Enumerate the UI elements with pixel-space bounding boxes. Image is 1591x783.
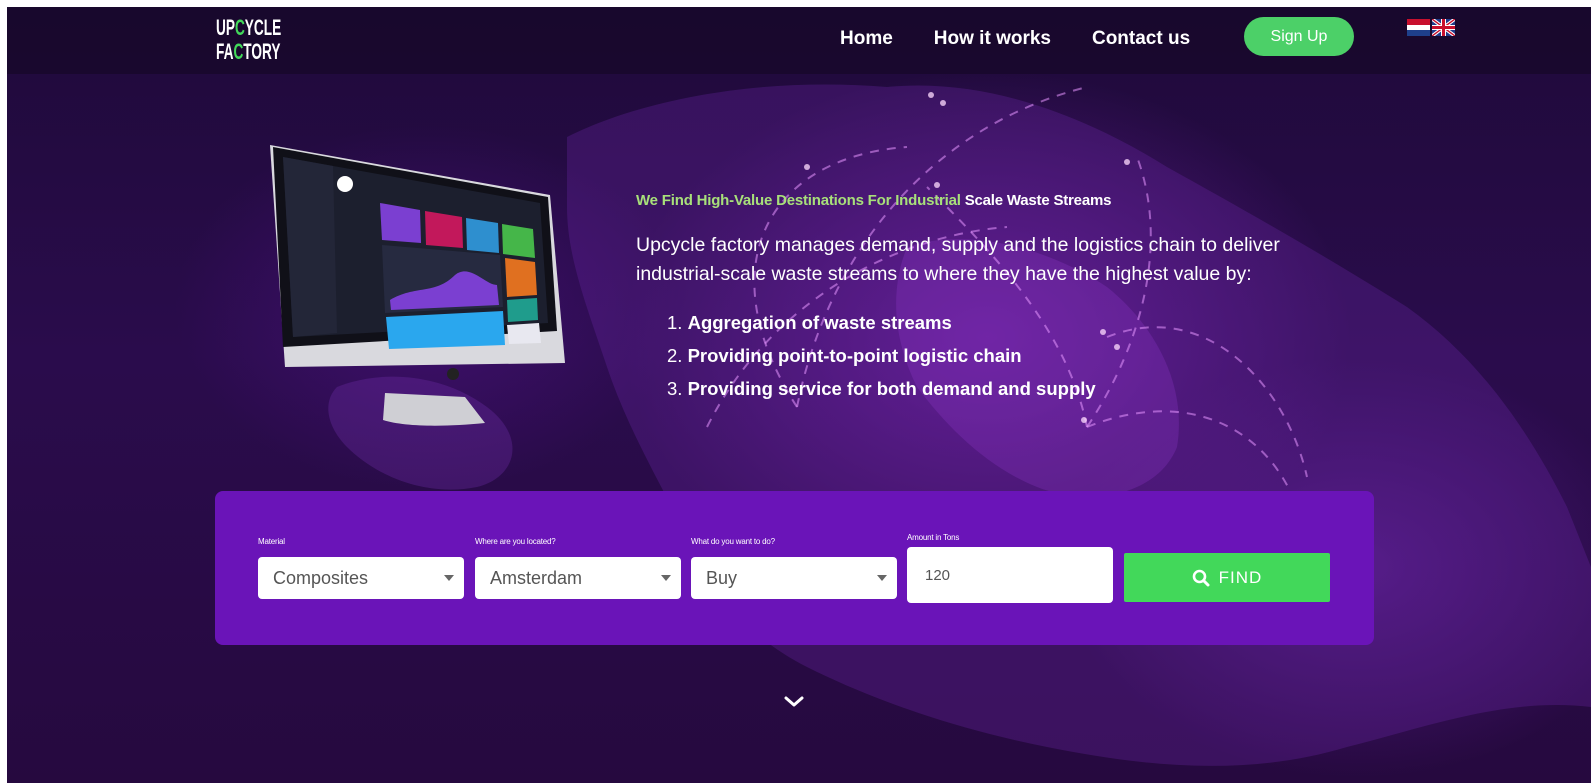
tagline-rest: Scale Waste Streams — [964, 192, 1112, 209]
logo-line-1: UPCYCLE — [216, 15, 282, 40]
dashboard-monitor-illustration — [270, 145, 565, 426]
benefits-list: 1. Aggregation of waste streams 2. Provi… — [667, 306, 1096, 405]
material-label: Material — [258, 537, 285, 546]
action-value: Buy — [706, 567, 738, 588]
location-select[interactable]: Amsterdam — [475, 557, 681, 599]
hero-description: Upcycle factory manages demand, supply a… — [636, 234, 1280, 285]
chevron-down-icon[interactable] — [783, 695, 805, 709]
sign-up-button[interactable]: Sign Up — [1244, 17, 1354, 56]
amount-label: Amount in Tons — [907, 533, 960, 542]
benefit-item: 3. Providing service for both demand and… — [667, 378, 1096, 399]
language-switcher — [1407, 19, 1457, 36]
location-label: Where are you located? — [475, 537, 556, 546]
upcycle-factory-logo[interactable]: UPCYCLE FACTORY — [216, 15, 282, 66]
chevron-down-icon — [877, 575, 887, 581]
flag-nl-icon[interactable] — [1407, 19, 1430, 36]
benefit-item: 2. Providing point-to-point logistic cha… — [667, 345, 1022, 366]
search-panel: Material Composites Where are you locate… — [215, 491, 1374, 645]
chevron-down-icon — [661, 575, 671, 581]
find-label: FIND — [1218, 567, 1263, 587]
search-icon — [1192, 569, 1210, 586]
flag-uk-icon[interactable] — [1432, 19, 1455, 36]
material-select[interactable]: Composites — [258, 557, 464, 599]
find-button[interactable]: FIND — [1124, 553, 1330, 602]
hero-tagline: We Find High-Value Destinations For Indu… — [636, 192, 1111, 209]
nav-home-link[interactable]: Home — [840, 28, 893, 50]
action-select[interactable]: Buy — [691, 557, 897, 599]
nav-contact-us-link[interactable]: Contact us — [1092, 28, 1190, 50]
main-nav: Home How it works Contact us — [840, 28, 1231, 50]
logo-line-2: FACTORY — [216, 39, 281, 64]
top-navbar: UPCYCLE FACTORY Home How it works Contac… — [7, 7, 1591, 74]
action-label: What do you want to do? — [691, 537, 775, 546]
page: UPCYCLE FACTORY Home How it works Contac… — [7, 7, 1591, 783]
location-value: Amsterdam — [490, 567, 583, 588]
chevron-down-icon — [444, 575, 454, 581]
amount-input[interactable]: 120 — [907, 547, 1113, 603]
nav-how-it-works-link[interactable]: How it works — [934, 28, 1051, 50]
material-value: Composites — [273, 567, 369, 588]
benefit-item: 1. Aggregation of waste streams — [667, 312, 952, 333]
tagline-highlight: We Find High-Value Destinations For Indu… — [636, 192, 965, 209]
